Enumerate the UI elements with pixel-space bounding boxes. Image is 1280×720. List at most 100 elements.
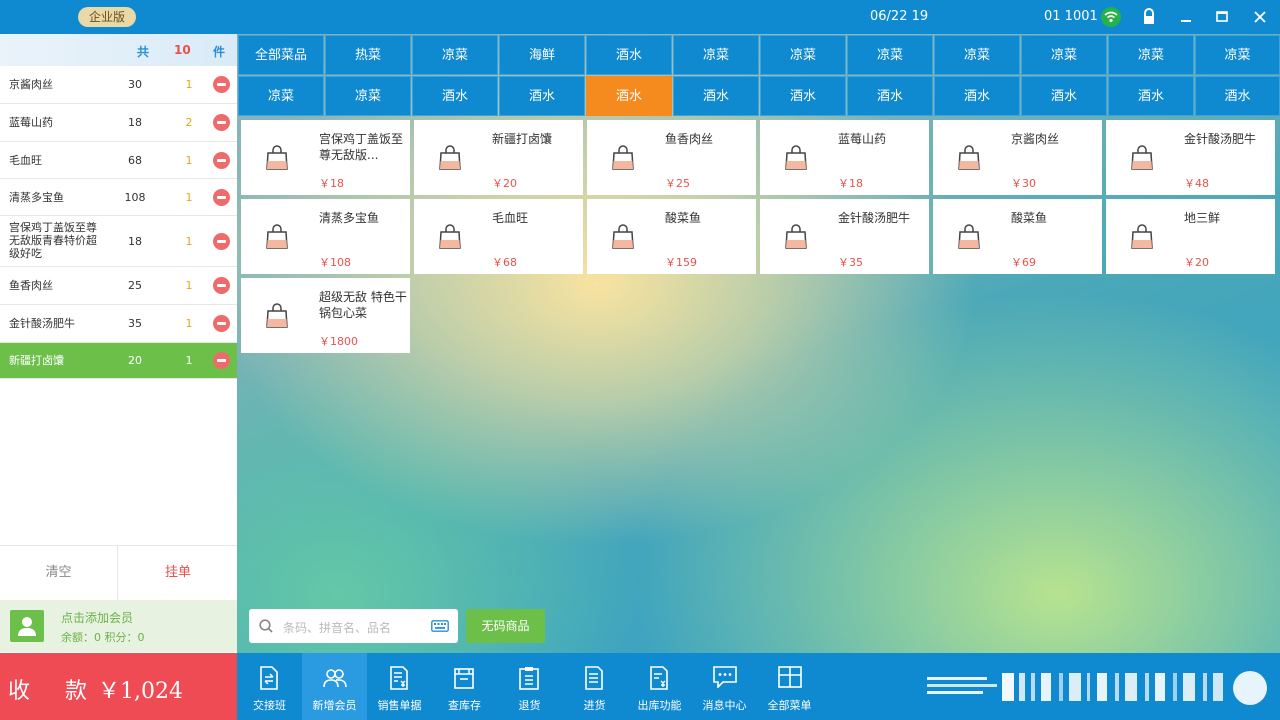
order-item-qty: 1	[185, 78, 193, 91]
category-tab[interactable]: 凉菜	[238, 76, 324, 116]
remove-icon[interactable]	[213, 233, 230, 250]
product-card[interactable]: 酸菜鱼 ￥159	[587, 199, 756, 274]
product-card[interactable]: 金针酸汤肥牛 ￥48	[1106, 120, 1275, 195]
product-card[interactable]: 京酱肉丝 ￥30	[933, 120, 1102, 195]
order-row[interactable]: 鱼香肉丝 25 1	[0, 267, 237, 305]
order-item-qty: 1	[185, 235, 193, 248]
category-tab[interactable]: 酒水	[1195, 76, 1280, 116]
remove-icon[interactable]	[213, 152, 230, 169]
category-tab[interactable]: 酒水	[760, 76, 846, 116]
search-box[interactable]: 条码、拼音名、品名	[249, 609, 458, 643]
clear-button[interactable]: 清空	[0, 546, 118, 600]
product-name: 酸菜鱼	[665, 211, 702, 225]
order-item-price: 108	[124, 191, 146, 204]
category-tab[interactable]: 海鲜	[499, 35, 585, 75]
category-tab[interactable]: 酒水	[673, 76, 759, 116]
category-tab[interactable]: 凉菜	[760, 35, 846, 75]
product-price: ￥69	[1011, 256, 1036, 269]
product-card[interactable]: 清蒸多宝鱼 ￥108	[241, 199, 410, 274]
search-icon	[259, 619, 273, 633]
category-tab[interactable]: 凉菜	[325, 76, 411, 116]
product-name: 超级无敌 特色干锅包心菜	[319, 290, 407, 320]
product-name: 金针酸汤肥牛	[838, 211, 911, 225]
wifi-icon	[1101, 7, 1121, 27]
lock-icon[interactable]	[1141, 8, 1159, 26]
product-price: ￥108	[319, 256, 351, 269]
order-row[interactable]: 金针酸汤肥牛 35 1	[0, 305, 237, 343]
minimize-icon[interactable]	[1178, 8, 1196, 26]
remove-icon[interactable]	[213, 315, 230, 332]
product-price: ￥18	[838, 177, 863, 190]
category-tab[interactable]: 凉菜	[673, 35, 759, 75]
product-card[interactable]: 超级无敌 特色干锅包心菜 ￥1800	[241, 278, 410, 353]
nav-add-member[interactable]: 新增会员	[302, 653, 367, 720]
product-card[interactable]: 鱼香肉丝 ￥25	[587, 120, 756, 195]
remove-icon[interactable]	[213, 352, 230, 369]
product-card[interactable]: 酸菜鱼 ￥69	[933, 199, 1102, 274]
category-tab[interactable]: 酒水	[934, 76, 1020, 116]
category-tab[interactable]: 酒水	[1108, 76, 1194, 116]
order-row[interactable]: 清蒸多宝鱼 108 1	[0, 179, 237, 216]
product-card[interactable]: 地三鲜 ￥20	[1106, 199, 1275, 274]
nav-message-center[interactable]: 消息中心	[692, 653, 757, 720]
category-tabs: 全部菜品 热菜 凉菜 海鲜 酒水 凉菜 凉菜 凉菜 凉菜 凉菜 凉菜 凉菜 凉菜…	[237, 34, 1280, 116]
nav-inventory[interactable]: 查库存	[432, 653, 497, 720]
remove-icon[interactable]	[213, 277, 230, 294]
category-tab[interactable]: 凉菜	[847, 35, 933, 75]
product-name: 新疆打卤馕	[492, 132, 553, 146]
category-tab[interactable]: 酒水	[586, 35, 672, 75]
category-tab[interactable]: 凉菜	[1108, 35, 1194, 75]
no-barcode-item-button[interactable]: 无码商品	[466, 609, 545, 643]
maximize-icon[interactable]	[1214, 8, 1232, 26]
order-item-name: 宫保鸡丁盖饭至尊无敌版青春特价超级好吃	[9, 221, 97, 260]
product-name: 宫保鸡丁盖饭至尊无敌版...	[319, 132, 404, 162]
nav-return[interactable]: 退货	[497, 653, 562, 720]
category-tab-selected[interactable]: 酒水	[586, 76, 672, 116]
add-member-link[interactable]: 点击添加会员	[61, 609, 133, 626]
order-item-qty: 1	[185, 279, 193, 292]
product-card[interactable]: 蓝莓山药 ￥18	[760, 120, 929, 195]
product-card[interactable]: 金针酸汤肥牛 ￥35	[760, 199, 929, 274]
order-row-selected[interactable]: 新疆打卤馕 20 1	[0, 343, 237, 379]
category-tab[interactable]: 全部菜品	[238, 35, 324, 75]
order-row[interactable]: 蓝莓山药 18 2	[0, 104, 237, 142]
product-price: ￥68	[492, 256, 517, 269]
remove-icon[interactable]	[213, 114, 230, 131]
keyboard-icon[interactable]	[431, 620, 449, 632]
product-card[interactable]: 宫保鸡丁盖饭至尊无敌版... ￥18	[241, 120, 410, 195]
order-item-price: 25	[128, 279, 142, 292]
category-tab[interactable]: 凉菜	[1021, 35, 1107, 75]
product-card[interactable]: 毛血旺 ￥68	[414, 199, 583, 274]
remove-icon[interactable]	[213, 76, 230, 93]
nav-handover[interactable]: 交接班	[237, 653, 302, 720]
category-tab[interactable]: 酒水	[412, 76, 498, 116]
order-item-price: 35	[128, 317, 142, 330]
category-tab[interactable]: 酒水	[499, 76, 585, 116]
category-tab[interactable]: 凉菜	[934, 35, 1020, 75]
nav-all-menu[interactable]: 全部菜单	[757, 653, 822, 720]
category-tab[interactable]: 热菜	[325, 35, 411, 75]
shopping-bag-icon	[785, 145, 807, 170]
close-icon[interactable]	[1252, 8, 1270, 26]
checkout-button[interactable]: 收 款 ￥1,024	[0, 653, 237, 720]
decorative-barcode-graphic	[927, 671, 1267, 705]
order-row[interactable]: 宫保鸡丁盖饭至尊无敌版青春特价超级好吃 18 1	[0, 216, 237, 267]
remove-icon[interactable]	[213, 189, 230, 206]
order-item-price: 20	[128, 354, 142, 367]
category-tab[interactable]: 酒水	[1021, 76, 1107, 116]
hold-order-button[interactable]: 挂单	[119, 546, 237, 600]
shopping-bag-icon	[785, 224, 807, 249]
order-row[interactable]: 毛血旺 68 1	[0, 142, 237, 179]
nav-outbound[interactable]: 出库功能	[627, 653, 692, 720]
category-tab[interactable]: 凉菜	[1195, 35, 1280, 75]
product-card[interactable]: 新疆打卤馕 ￥20	[414, 120, 583, 195]
category-tab[interactable]: 酒水	[847, 76, 933, 116]
order-item-qty: 1	[185, 317, 193, 330]
category-tab[interactable]: 凉菜	[412, 35, 498, 75]
search-input[interactable]: 条码、拼音名、品名	[283, 619, 391, 636]
inventory-icon	[454, 668, 474, 689]
nav-sales-receipt[interactable]: 销售单据	[367, 653, 432, 720]
nav-purchase[interactable]: 进货	[562, 653, 627, 720]
order-row[interactable]: 京酱肉丝 30 1	[0, 66, 237, 104]
member-panel[interactable]: 点击添加会员 余额：0 积分：0	[0, 600, 237, 652]
